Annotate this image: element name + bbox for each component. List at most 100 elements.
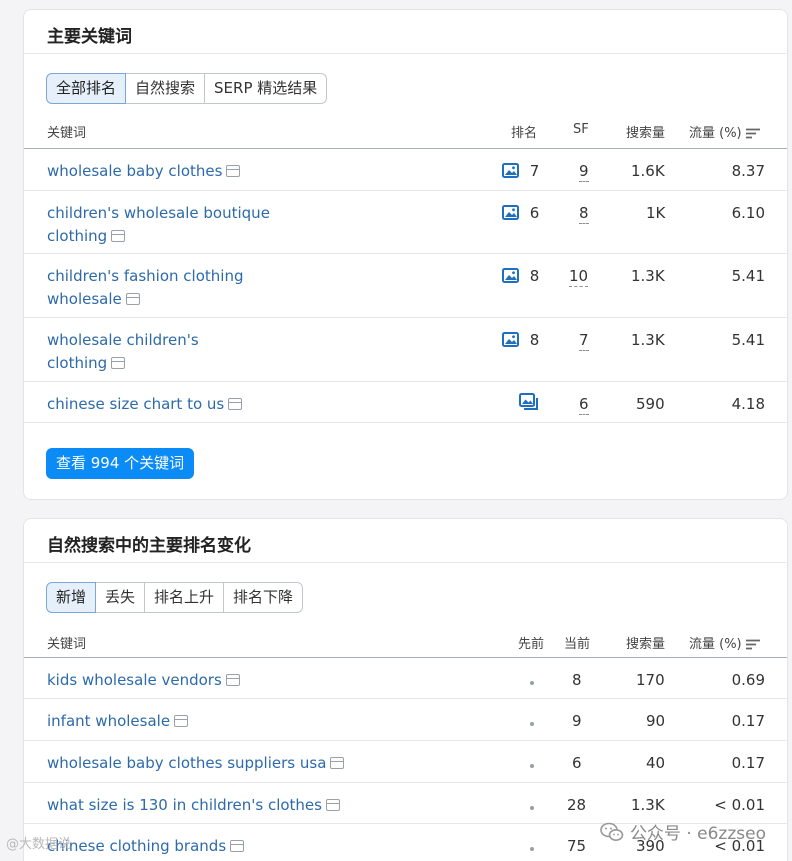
sort-icon[interactable] (745, 639, 760, 650)
sort-icon[interactable] (745, 128, 760, 139)
keyword-link[interactable]: wholesale baby clothes (47, 160, 287, 183)
serp-snapshot-icon[interactable] (325, 799, 340, 811)
traffic-cell: 6.10 (731, 204, 765, 222)
serp-snapshot-icon[interactable] (111, 230, 126, 242)
serp-snapshot-icon[interactable] (330, 757, 345, 769)
keyword-text: infant wholesale (47, 712, 171, 730)
keyword-text: wholesale baby clothes suppliers usa (47, 754, 327, 772)
header-volume[interactable]: 搜索量 (626, 122, 665, 141)
tab-new[interactable]: 新增 (46, 582, 97, 613)
rank-value: 8 (529, 267, 540, 285)
sf-cell[interactable]: 8 (579, 202, 589, 225)
previous-cell (530, 752, 534, 775)
traffic-cell: 5.41 (731, 331, 765, 349)
volume-cell: 590 (636, 395, 665, 413)
traffic-cell: 0.69 (731, 671, 765, 689)
header-previous[interactable]: 先前 (518, 633, 544, 652)
sf-cell[interactable]: 10 (569, 265, 589, 288)
serp-snapshot-icon[interactable] (225, 674, 240, 686)
rank-cell: 8 (502, 329, 539, 352)
volume-cell: 1.6K (631, 162, 665, 180)
watermark-text: 公众号 · e6zzseo (629, 824, 766, 844)
no-previous-dot (530, 722, 534, 726)
current-cell: 8 (572, 671, 582, 689)
keyword-link[interactable]: infant wholesale (47, 710, 347, 733)
tab-serp-features[interactable]: SERP 精选结果 (205, 73, 328, 104)
serp-snapshot-icon[interactable] (228, 398, 243, 410)
traffic-cell: 8.37 (731, 162, 765, 180)
header-keyword[interactable]: 关键词 (47, 633, 86, 652)
tab-organic[interactable]: 自然搜索 (126, 73, 206, 104)
image-pack-icon (502, 268, 519, 283)
sf-value: 8 (579, 204, 589, 224)
rank-value: 6 (529, 204, 540, 222)
rank-cell: 8 (502, 265, 539, 288)
header-sf[interactable]: SF (573, 122, 589, 137)
header-traffic[interactable]: 流量 (%) (689, 122, 760, 141)
volume-cell: 40 (646, 754, 666, 772)
serp-snapshot-icon[interactable] (111, 357, 126, 369)
table-row: chinese size chart to us 6 590 4.18 (24, 382, 787, 423)
serp-snapshot-icon[interactable] (174, 715, 189, 727)
volume-cell: 1.3K (631, 796, 665, 814)
sf-cell[interactable]: 6 (579, 393, 589, 416)
keyword-link[interactable]: children's fashion clothing wholesale (47, 265, 287, 311)
rank-value: 7 (529, 162, 540, 180)
volume-cell: 170 (636, 671, 665, 689)
keyword-text: chinese size chart to us (47, 395, 225, 413)
no-previous-dot (530, 806, 534, 810)
previous-cell (530, 835, 534, 858)
tab-improved[interactable]: 排名上升 (145, 582, 225, 613)
keyword-link[interactable]: kids wholesale vendors (47, 669, 347, 692)
watermark-left: @大数据说 (6, 837, 72, 852)
tab-lost[interactable]: 丢失 (96, 582, 146, 613)
table-row: wholesale children's clothing 8 7 1.3K 5… (24, 318, 787, 382)
current-cell: 28 (567, 796, 587, 814)
rank-cell: 7 (502, 160, 539, 183)
previous-cell (530, 794, 534, 817)
sf-cell[interactable]: 9 (579, 160, 589, 183)
sf-cell[interactable]: 7 (579, 329, 589, 352)
no-previous-dot (530, 847, 534, 851)
wechat-icon (600, 822, 624, 841)
keyword-text: what size is 130 in children's clothes (47, 796, 322, 814)
tab-all-rankings[interactable]: 全部排名 (46, 73, 127, 104)
traffic-cell: 4.18 (731, 395, 765, 413)
header-rank[interactable]: 排名 (511, 122, 537, 141)
header-traffic-label: 流量 (%) (689, 126, 742, 141)
sf-value: 10 (569, 267, 589, 287)
keyword-link[interactable]: wholesale children's clothing (47, 329, 227, 375)
serp-snapshot-icon[interactable] (125, 293, 140, 305)
image-pack-icon (502, 205, 519, 220)
keyword-link[interactable]: what size is 130 in children's clothes (47, 794, 347, 817)
keyword-link[interactable]: children's wholesale boutique clothing (47, 202, 287, 248)
keyword-link[interactable]: chinese clothing brands (47, 835, 347, 858)
serp-snapshot-icon[interactable] (230, 840, 245, 852)
header-traffic[interactable]: 流量 (%) (689, 633, 760, 652)
rank-filter-tabs: 全部排名 自然搜索 SERP 精选结果 (46, 73, 787, 104)
image-pack-icon (502, 163, 519, 178)
current-cell: 9 (572, 712, 582, 730)
image-pack-stacked-icon (519, 393, 538, 410)
keyword-link[interactable]: wholesale baby clothes suppliers usa (47, 752, 347, 775)
watermark: 公众号 · e6zzseo (600, 819, 766, 844)
header-traffic-label: 流量 (%) (689, 637, 742, 652)
rank-value: 8 (529, 331, 540, 349)
sf-value: 7 (579, 331, 589, 351)
tab-declined[interactable]: 排名下降 (224, 582, 304, 613)
traffic-cell: < 0.01 (714, 796, 765, 814)
top-keywords-card: 主要关键词 全部排名 自然搜索 SERP 精选结果 关键词 排名 SF 搜索量 … (23, 9, 788, 500)
sf-value: 6 (579, 395, 589, 415)
previous-cell (530, 669, 534, 692)
traffic-cell: 5.41 (731, 267, 765, 285)
header-keyword[interactable]: 关键词 (47, 122, 86, 141)
image-pack-icon (502, 332, 519, 347)
volume-cell: 1K (646, 204, 666, 222)
header-volume[interactable]: 搜索量 (626, 633, 665, 652)
keyword-link[interactable]: chinese size chart to us (47, 393, 347, 416)
view-all-keywords-button[interactable]: 查看 994 个关键词 (46, 448, 195, 479)
table-row: kids wholesale vendors 8 170 0.69 (24, 658, 787, 699)
sf-value: 9 (579, 162, 589, 182)
serp-snapshot-icon[interactable] (226, 165, 241, 177)
header-current[interactable]: 当前 (564, 633, 590, 652)
